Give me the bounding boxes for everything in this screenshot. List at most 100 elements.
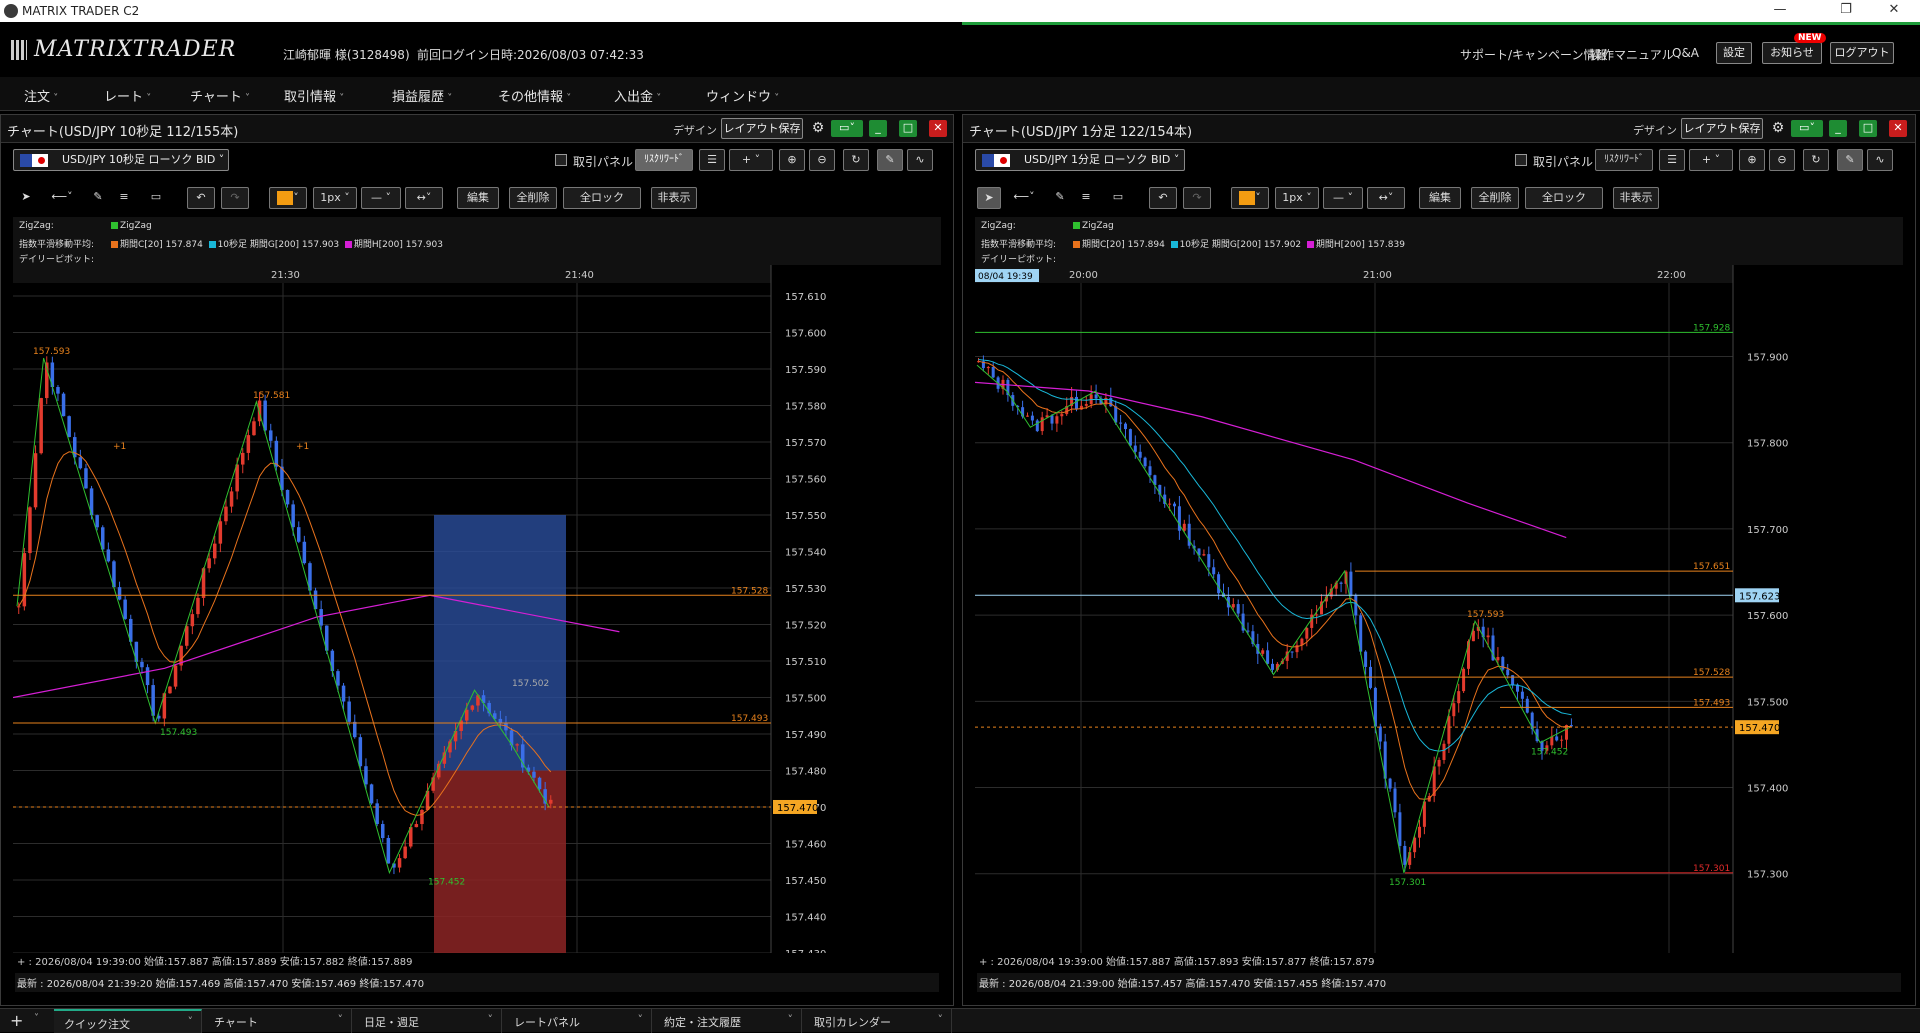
redo-icon[interactable]: ↷: [1183, 187, 1211, 209]
undo-icon[interactable]: ↶: [187, 187, 215, 209]
menu-pl-history[interactable]: 損益履歴: [392, 86, 452, 105]
delete-all-button[interactable]: 全削除: [509, 187, 557, 209]
riskreward-button[interactable]: ﾘｽｸﾘﾜｰﾄﾞ: [1595, 149, 1653, 171]
add-tab-icon[interactable]: +: [10, 1011, 23, 1030]
minimize-panel-icon[interactable]: _: [1829, 120, 1847, 137]
fib-icon[interactable]: ☰: [699, 149, 725, 171]
zoom-in-icon[interactable]: ⊕: [779, 149, 805, 171]
trade-panel-checkbox[interactable]: [555, 154, 567, 166]
menu-order[interactable]: 注文: [24, 86, 58, 105]
settings-button[interactable]: 設定: [1716, 42, 1752, 64]
crosshair-icon[interactable]: + ˅: [1689, 149, 1733, 171]
eraser-icon[interactable]: ▭: [1107, 187, 1129, 209]
edit-button[interactable]: 編集: [457, 187, 499, 209]
tab-rate-panel[interactable]: レートパネル: [504, 1009, 652, 1033]
pen-icon[interactable]: ✎: [877, 149, 903, 171]
wave-icon[interactable]: ∿: [1867, 149, 1893, 171]
tab-trade-calendar[interactable]: 取引カレンダー: [804, 1009, 952, 1033]
fib-tool-icon[interactable]: ≡: [1075, 187, 1097, 209]
menu-other-info[interactable]: その他情報: [498, 86, 571, 105]
window-mode-icon[interactable]: ▭˅: [831, 120, 863, 137]
candle-body: [358, 737, 363, 767]
maximize-panel-icon[interactable]: □: [1859, 120, 1877, 137]
zoom-in-icon[interactable]: ⊕: [1739, 149, 1765, 171]
wave-icon[interactable]: ∿: [907, 149, 933, 171]
close-panel-icon[interactable]: ✕: [929, 120, 947, 137]
pointer-icon[interactable]: ➤: [15, 187, 37, 209]
zigzag-label: 157.593: [1467, 610, 1504, 620]
gear-icon[interactable]: ⚙: [1769, 120, 1787, 137]
tab-daily-weekly[interactable]: 日足・週足: [354, 1009, 502, 1033]
qa-link[interactable]: Q&A: [1672, 46, 1699, 60]
line-width-select[interactable]: 1px ˅: [313, 187, 357, 209]
refresh-icon[interactable]: ↻: [1803, 149, 1829, 171]
line-style-select[interactable]: — ˅: [1323, 187, 1363, 209]
ruler-icon[interactable]: ✎: [87, 187, 109, 209]
zigzag-label: 157.581: [253, 391, 290, 401]
menu-bar: 注文 レート チャート 取引情報 損益履歴 その他情報 入出金 ウィンドウ: [0, 77, 1920, 111]
tab-execution-history[interactable]: 約定・注文履歴: [654, 1009, 802, 1033]
zigzag-label: 157.452: [428, 878, 465, 888]
arrow-style-select[interactable]: ↔˅: [1367, 187, 1405, 209]
color-picker[interactable]: ˅: [269, 187, 307, 209]
tab-chart[interactable]: チャート: [204, 1009, 352, 1033]
menu-chart[interactable]: チャート: [190, 86, 250, 105]
line-tool-icon[interactable]: ⟵˅: [1007, 187, 1041, 209]
notice-button[interactable]: お知らせ: [1762, 42, 1822, 64]
ruler-icon[interactable]: ✎: [1049, 187, 1071, 209]
line-tool-icon[interactable]: ⟵˅: [45, 187, 79, 209]
layout-save-button[interactable]: レイアウト保存: [1681, 118, 1763, 139]
minimize-button[interactable]: —: [1760, 2, 1800, 17]
pen-icon[interactable]: ✎: [1837, 149, 1863, 171]
edit-button[interactable]: 編集: [1419, 187, 1461, 209]
gear-icon[interactable]: ⚙: [809, 120, 827, 137]
line-width-select[interactable]: 1px ˅: [1275, 187, 1319, 209]
undo-icon[interactable]: ↶: [1149, 187, 1177, 209]
pointer-icon[interactable]: ➤: [977, 187, 1001, 209]
trade-panel-checkbox[interactable]: [1515, 154, 1527, 166]
color-picker[interactable]: ˅: [1231, 187, 1269, 209]
lock-all-button[interactable]: 全ロック: [563, 187, 641, 209]
candle-body: [190, 614, 195, 627]
eraser-icon[interactable]: ▭: [145, 187, 167, 209]
maximize-button[interactable]: ❐: [1826, 2, 1866, 17]
logout-button[interactable]: ログアウト: [1830, 42, 1894, 64]
tab-quick-order[interactable]: クイック注文: [54, 1009, 202, 1033]
candle-body: [1207, 554, 1211, 568]
menu-window[interactable]: ウィンドウ: [706, 86, 779, 105]
tab-menu-icon[interactable]: ˅: [34, 1013, 39, 1024]
zoom-out-icon[interactable]: ⊖: [1769, 149, 1795, 171]
design-label[interactable]: デザイン: [673, 122, 717, 138]
price-chart[interactable]: 157.610 157.600 157.590 157.580 157.570 157.5…: [13, 265, 941, 953]
close-panel-icon[interactable]: ✕: [1889, 120, 1907, 137]
support-link[interactable]: サポート/キャンペーン情報: [1460, 46, 1607, 63]
price-chart[interactable]: 157.900 157.800 157.700 157.600 157.500 157.4…: [975, 265, 1903, 953]
maximize-panel-icon[interactable]: □: [899, 120, 917, 137]
fib-tool-icon[interactable]: ≡: [113, 187, 135, 209]
menu-rate[interactable]: レート: [104, 86, 151, 105]
riskreward-button[interactable]: ﾘｽｸﾘﾜｰﾄﾞ: [635, 149, 693, 171]
refresh-icon[interactable]: ↻: [843, 149, 869, 171]
hide-button[interactable]: 非表示: [651, 187, 697, 209]
manual-link[interactable]: 操作マニュアル: [1590, 46, 1674, 63]
hide-button[interactable]: 非表示: [1613, 187, 1659, 209]
symbol-select[interactable]: USD/JPY 1分足 ローソク BID ˅: [975, 149, 1185, 171]
menu-trade-info[interactable]: 取引情報: [284, 86, 344, 105]
fib-icon[interactable]: ☰: [1659, 149, 1685, 171]
candle-body: [537, 777, 542, 790]
crosshair-icon[interactable]: + ˅: [729, 149, 773, 171]
delete-all-button[interactable]: 全削除: [1471, 187, 1519, 209]
minimize-panel-icon[interactable]: _: [869, 120, 887, 137]
symbol-select[interactable]: USD/JPY 10秒足 ローソク BID ˅: [13, 149, 229, 171]
zoom-out-icon[interactable]: ⊖: [809, 149, 835, 171]
redo-icon[interactable]: ↷: [221, 187, 249, 209]
window-mode-icon[interactable]: ▭˅: [1791, 120, 1823, 137]
line-style-select[interactable]: — ˅: [361, 187, 401, 209]
design-label[interactable]: デザイン: [1633, 122, 1677, 138]
menu-deposit[interactable]: 入出金: [614, 86, 661, 105]
arrow-style-select[interactable]: ↔˅: [405, 187, 443, 209]
close-window-button[interactable]: ✕: [1874, 2, 1914, 17]
lock-all-button[interactable]: 全ロック: [1525, 187, 1603, 209]
us-jp-flag-icon: [20, 154, 48, 167]
layout-save-button[interactable]: レイアウト保存: [721, 118, 803, 139]
